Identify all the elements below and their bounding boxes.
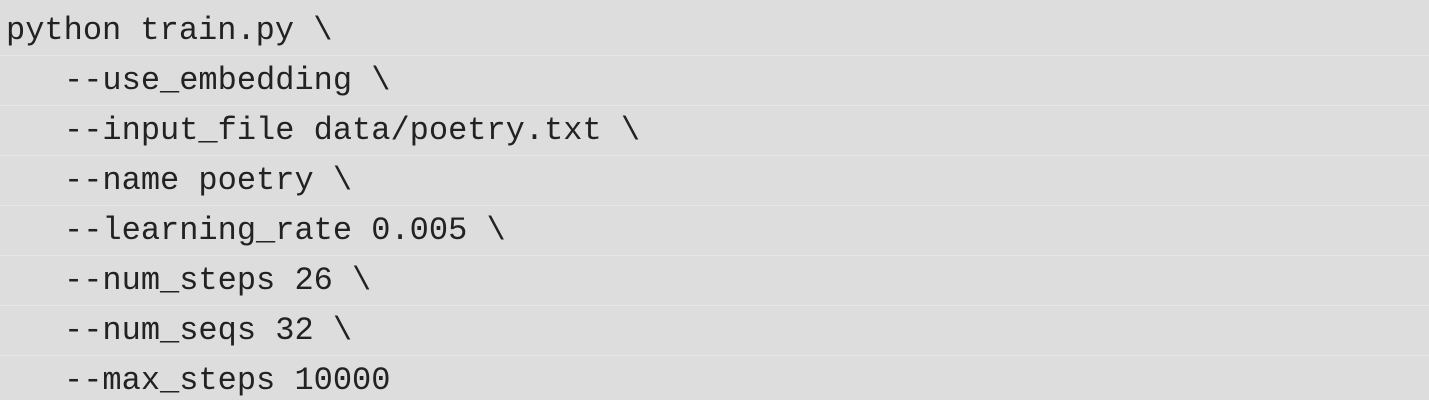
- code-text: --use_embedding \: [64, 62, 391, 99]
- code-line-command: python train.py \: [0, 6, 1429, 56]
- code-line-num-steps: --num_steps 26 \: [0, 256, 1429, 306]
- code-text: --input_file data/poetry.txt \: [64, 112, 641, 149]
- code-text: --num_steps 26 \: [64, 262, 372, 299]
- code-text: --learning_rate 0.005 \: [64, 212, 506, 249]
- code-line-learning-rate: --learning_rate 0.005 \: [0, 206, 1429, 256]
- code-text: python train.py \: [6, 12, 333, 49]
- code-block: python train.py \ --use_embedding \ --in…: [0, 0, 1429, 400]
- code-line-use-embedding: --use_embedding \: [0, 56, 1429, 106]
- code-text: --name poetry \: [64, 162, 353, 199]
- code-line-max-steps: --max_steps 10000: [0, 356, 1429, 406]
- code-line-name: --name poetry \: [0, 156, 1429, 206]
- code-line-input-file: --input_file data/poetry.txt \: [0, 106, 1429, 156]
- code-text: --num_seqs 32 \: [64, 312, 353, 349]
- code-line-num-seqs: --num_seqs 32 \: [0, 306, 1429, 356]
- code-text: --max_steps 10000: [64, 362, 391, 399]
